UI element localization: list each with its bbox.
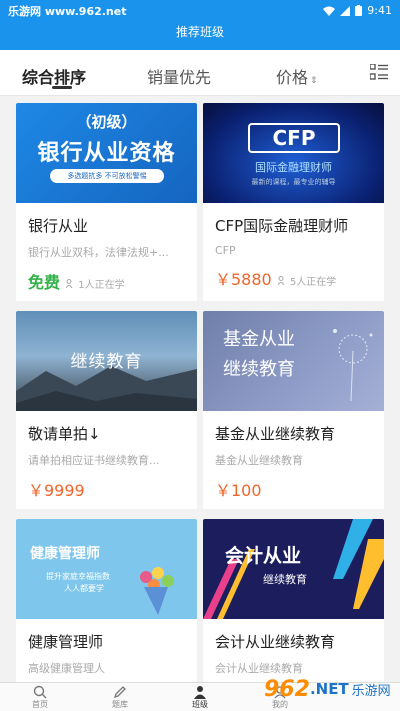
- course-banner: 会计从业 继续教育: [203, 519, 384, 619]
- nav-item-home[interactable]: 首页: [0, 683, 80, 711]
- watermark-logo: 962 .NET 乐游网: [264, 673, 392, 705]
- status-icons: 9:41: [323, 4, 392, 17]
- course-subtitle: 银行从业双科，法律法规+...: [28, 246, 169, 259]
- banner-tag: 多选题抗多 不可放松警惕: [50, 169, 164, 183]
- tab-active-indicator: [52, 86, 72, 89]
- enrolled-count: 5人正在学: [277, 273, 337, 288]
- course-banner: 继续教育: [16, 311, 197, 411]
- banner-tag: 人人都要学: [64, 584, 104, 593]
- pencil-icon: [113, 686, 126, 699]
- banner-headline: 银行从业资格: [37, 141, 176, 166]
- wifi-icon: [323, 6, 336, 16]
- course-banner: 健康管理师 提升家庭幸福指数 人人都要学: [16, 519, 197, 619]
- status-time: 9:41: [367, 4, 392, 17]
- course-title: 基金从业继续教育: [215, 425, 336, 443]
- page-title: 推荐班级: [175, 25, 224, 39]
- banner-headline: 健康管理师: [30, 546, 100, 562]
- course-title: CFP国际金融理财师: [215, 217, 349, 235]
- banner-line: 国际金融理财师: [255, 161, 332, 174]
- banner-tag: 最新的课程，最专业的辅导: [251, 178, 336, 186]
- people-icon: [65, 279, 73, 289]
- banner-headline: 继续教育: [70, 352, 143, 372]
- course-subtitle: CFP: [215, 244, 236, 257]
- banner-line: 继续教育: [223, 359, 295, 380]
- tab-sales[interactable]: 销量优先: [147, 64, 211, 88]
- enrolled-text: 1人正在学: [78, 280, 125, 291]
- course-card[interactable]: 基金从业 继续教育 基金从业继续教育 基金从业继续教育 ￥100: [203, 311, 384, 509]
- logo-suffix: .NET: [309, 680, 349, 698]
- tab-label: 价格: [276, 68, 309, 87]
- dandelion-image: [333, 329, 373, 401]
- signal-icon: [340, 5, 351, 16]
- course-title: 敬请单拍↓: [28, 425, 101, 443]
- search-icon: [33, 685, 47, 699]
- course-grid: （初级） 银行从业资格 多选题抗多 不可放松警惕 银行从业 银行从业双科，法律法…: [0, 97, 400, 682]
- banner-headline: CFP: [248, 123, 340, 153]
- banner-headline: 基金从业: [223, 329, 295, 350]
- enrolled-text: 5人正在学: [289, 277, 337, 288]
- course-price: ￥9999: [28, 481, 85, 500]
- logo-number: 962: [264, 676, 310, 702]
- course-title: 会计从业继续教育: [215, 633, 336, 651]
- course-subtitle: 高级健康管理人: [28, 662, 105, 675]
- course-subtitle: 请单拍相应证书继续教育...: [28, 454, 160, 467]
- tab-label: 销量优先: [147, 68, 212, 87]
- course-banner: CFP 国际金融理财师 最新的课程，最专业的辅导: [203, 103, 384, 203]
- course-banner: （初级） 银行从业资格 多选题抗多 不可放松警惕: [16, 103, 197, 203]
- person-icon: [194, 686, 206, 699]
- course-price: ￥5880: [215, 270, 272, 289]
- nav-item-classes[interactable]: 班级: [160, 683, 240, 711]
- course-card[interactable]: CFP 国际金融理财师 最新的课程，最专业的辅导 CFP国际金融理财师 CFP …: [203, 103, 384, 301]
- course-price: ￥100: [215, 481, 262, 500]
- banner-line: 继续教育: [263, 573, 307, 586]
- enrolled-count: 1人正在学: [65, 276, 125, 291]
- course-card[interactable]: 会计从业 继续教育 会计从业继续教育 会计从业继续教育: [203, 519, 384, 682]
- course-subtitle: 基金从业继续教育: [215, 454, 303, 467]
- sort-tabs: 综合排序 销量优先 价格 ⇕: [0, 50, 400, 96]
- tab-comprehensive[interactable]: 综合排序: [22, 64, 86, 88]
- tab-price[interactable]: 价格 ⇕: [276, 64, 318, 88]
- nav-label: 班级: [192, 700, 208, 709]
- tab-label: 综合排序: [22, 68, 87, 87]
- banner-line: 提升家庭幸福指数: [46, 572, 110, 581]
- banner-line: （初级）: [76, 113, 137, 131]
- course-title: 健康管理师: [28, 633, 104, 651]
- app-bar: 推荐班级: [0, 22, 400, 50]
- course-card[interactable]: 健康管理师 提升家庭幸福指数 人人都要学 健康管理师 高级健康管理人: [16, 519, 197, 682]
- course-card[interactable]: 继续教育 敬请单拍↓ 请单拍相应证书继续教育... ￥9999: [16, 311, 197, 509]
- stripes-decoration: [203, 519, 384, 619]
- nav-label: 题库: [112, 700, 128, 709]
- course-title: 银行从业: [28, 217, 89, 235]
- status-bar: 乐游网 www.962.net 9:41: [0, 0, 400, 22]
- course-card[interactable]: （初级） 银行从业资格 多选题抗多 不可放松警惕 银行从业 银行从业双科，法律法…: [16, 103, 197, 301]
- nav-label: 首页: [32, 700, 48, 709]
- people-icon: [277, 276, 285, 286]
- filter-list-icon[interactable]: [370, 64, 388, 80]
- nav-item-questions[interactable]: 题库: [80, 683, 160, 711]
- battery-icon: [355, 5, 363, 16]
- banner-headline: 会计从业: [225, 545, 302, 567]
- flower-bouquet-image: [140, 567, 174, 615]
- sort-arrows-icon: ⇕: [310, 76, 318, 86]
- course-banner: 基金从业 继续教育: [203, 311, 384, 411]
- logo-cn: 乐游网: [351, 683, 391, 699]
- watermark-text: 乐游网 www.962.net: [8, 5, 127, 18]
- course-price: 免费: [28, 273, 61, 292]
